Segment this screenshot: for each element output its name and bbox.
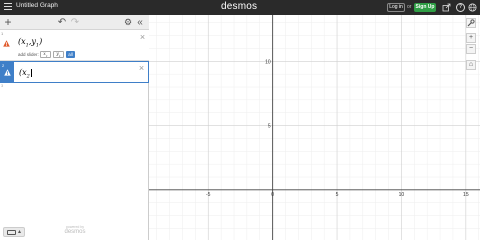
graph-paper[interactable]: -5 0 5 10 15 5 10 [149,15,480,240]
powered-by-brand: desmos [64,229,86,235]
add-item-button[interactable]: + [3,16,13,29]
expression-math[interactable]: (x1,y1) [18,37,42,49]
wrench-icon [467,19,475,27]
collapse-panel-button[interactable]: « [135,16,145,29]
warning-icon[interactable] [3,40,10,47]
warning-icon[interactable] [4,69,11,76]
x-tick-label: 0 [271,192,274,198]
help-icon[interactable]: ? [456,3,465,12]
delete-expression-button[interactable]: × [138,64,145,73]
expression-index: 2 [2,63,5,68]
caret-up-icon: ▴ [18,229,22,235]
settings-button[interactable]: ⚙ [123,16,133,29]
delete-expression-button[interactable]: × [139,33,146,42]
x-tick-label: 5 [336,192,339,198]
graph-canvas[interactable]: -5 0 5 10 15 5 10 [149,15,480,240]
expression-panel: + ↶ ↷ ⚙ « 1 (x1,y1) × add slider: x1 y1 … [0,15,149,240]
graph-title[interactable]: Untitled Graph [16,2,58,9]
expression-row-2[interactable]: 2 (x2 × [0,61,149,83]
y-tick-label: 5 [268,124,271,130]
redo-button[interactable]: ↷ [70,16,80,29]
expression-index: 1 [1,31,4,36]
home-button[interactable]: ⌂ [466,60,476,70]
or-label: or [407,4,412,10]
signup-button[interactable]: Sign Up [414,3,436,12]
x-tick-label: 15 [463,192,469,198]
slider-chip-x1[interactable]: x1 [40,51,51,58]
login-button[interactable]: Log in [387,3,405,12]
zoom-out-button[interactable]: − [466,44,476,54]
new-expression-index[interactable]: 3 [1,83,3,88]
slider-chip-y1[interactable]: y1 [53,51,64,58]
powered-by-desmos[interactable]: powered by desmos [60,225,90,235]
x-tick-label: -5 [206,192,211,198]
keyboard-toggle-button[interactable]: ▴ [3,227,25,237]
zoom-in-button[interactable]: + [466,33,476,43]
slider-chip-all[interactable]: all [66,51,75,58]
globe-icon[interactable] [468,3,477,12]
y-tick-label: 10 [265,59,271,65]
undo-button[interactable]: ↶ [57,16,67,29]
graph-settings-button[interactable] [466,18,476,28]
expression-toolbar: + ↶ ↷ ⚙ « [0,15,149,30]
expression-input[interactable]: (x2 [19,68,32,80]
desmos-logo: desmos [221,1,258,12]
keyboard-icon [7,230,16,235]
x-tick-label: 10 [399,192,405,198]
text-cursor [30,69,32,77]
add-slider-label: add slider: [18,52,39,57]
expression-row-1[interactable]: 1 (x1,y1) × add slider: x1 y1 all [0,30,149,61]
top-bar: Untitled Graph desmos Log in or Sign Up … [0,0,480,15]
share-icon[interactable] [442,3,451,12]
menu-icon[interactable] [4,3,12,12]
